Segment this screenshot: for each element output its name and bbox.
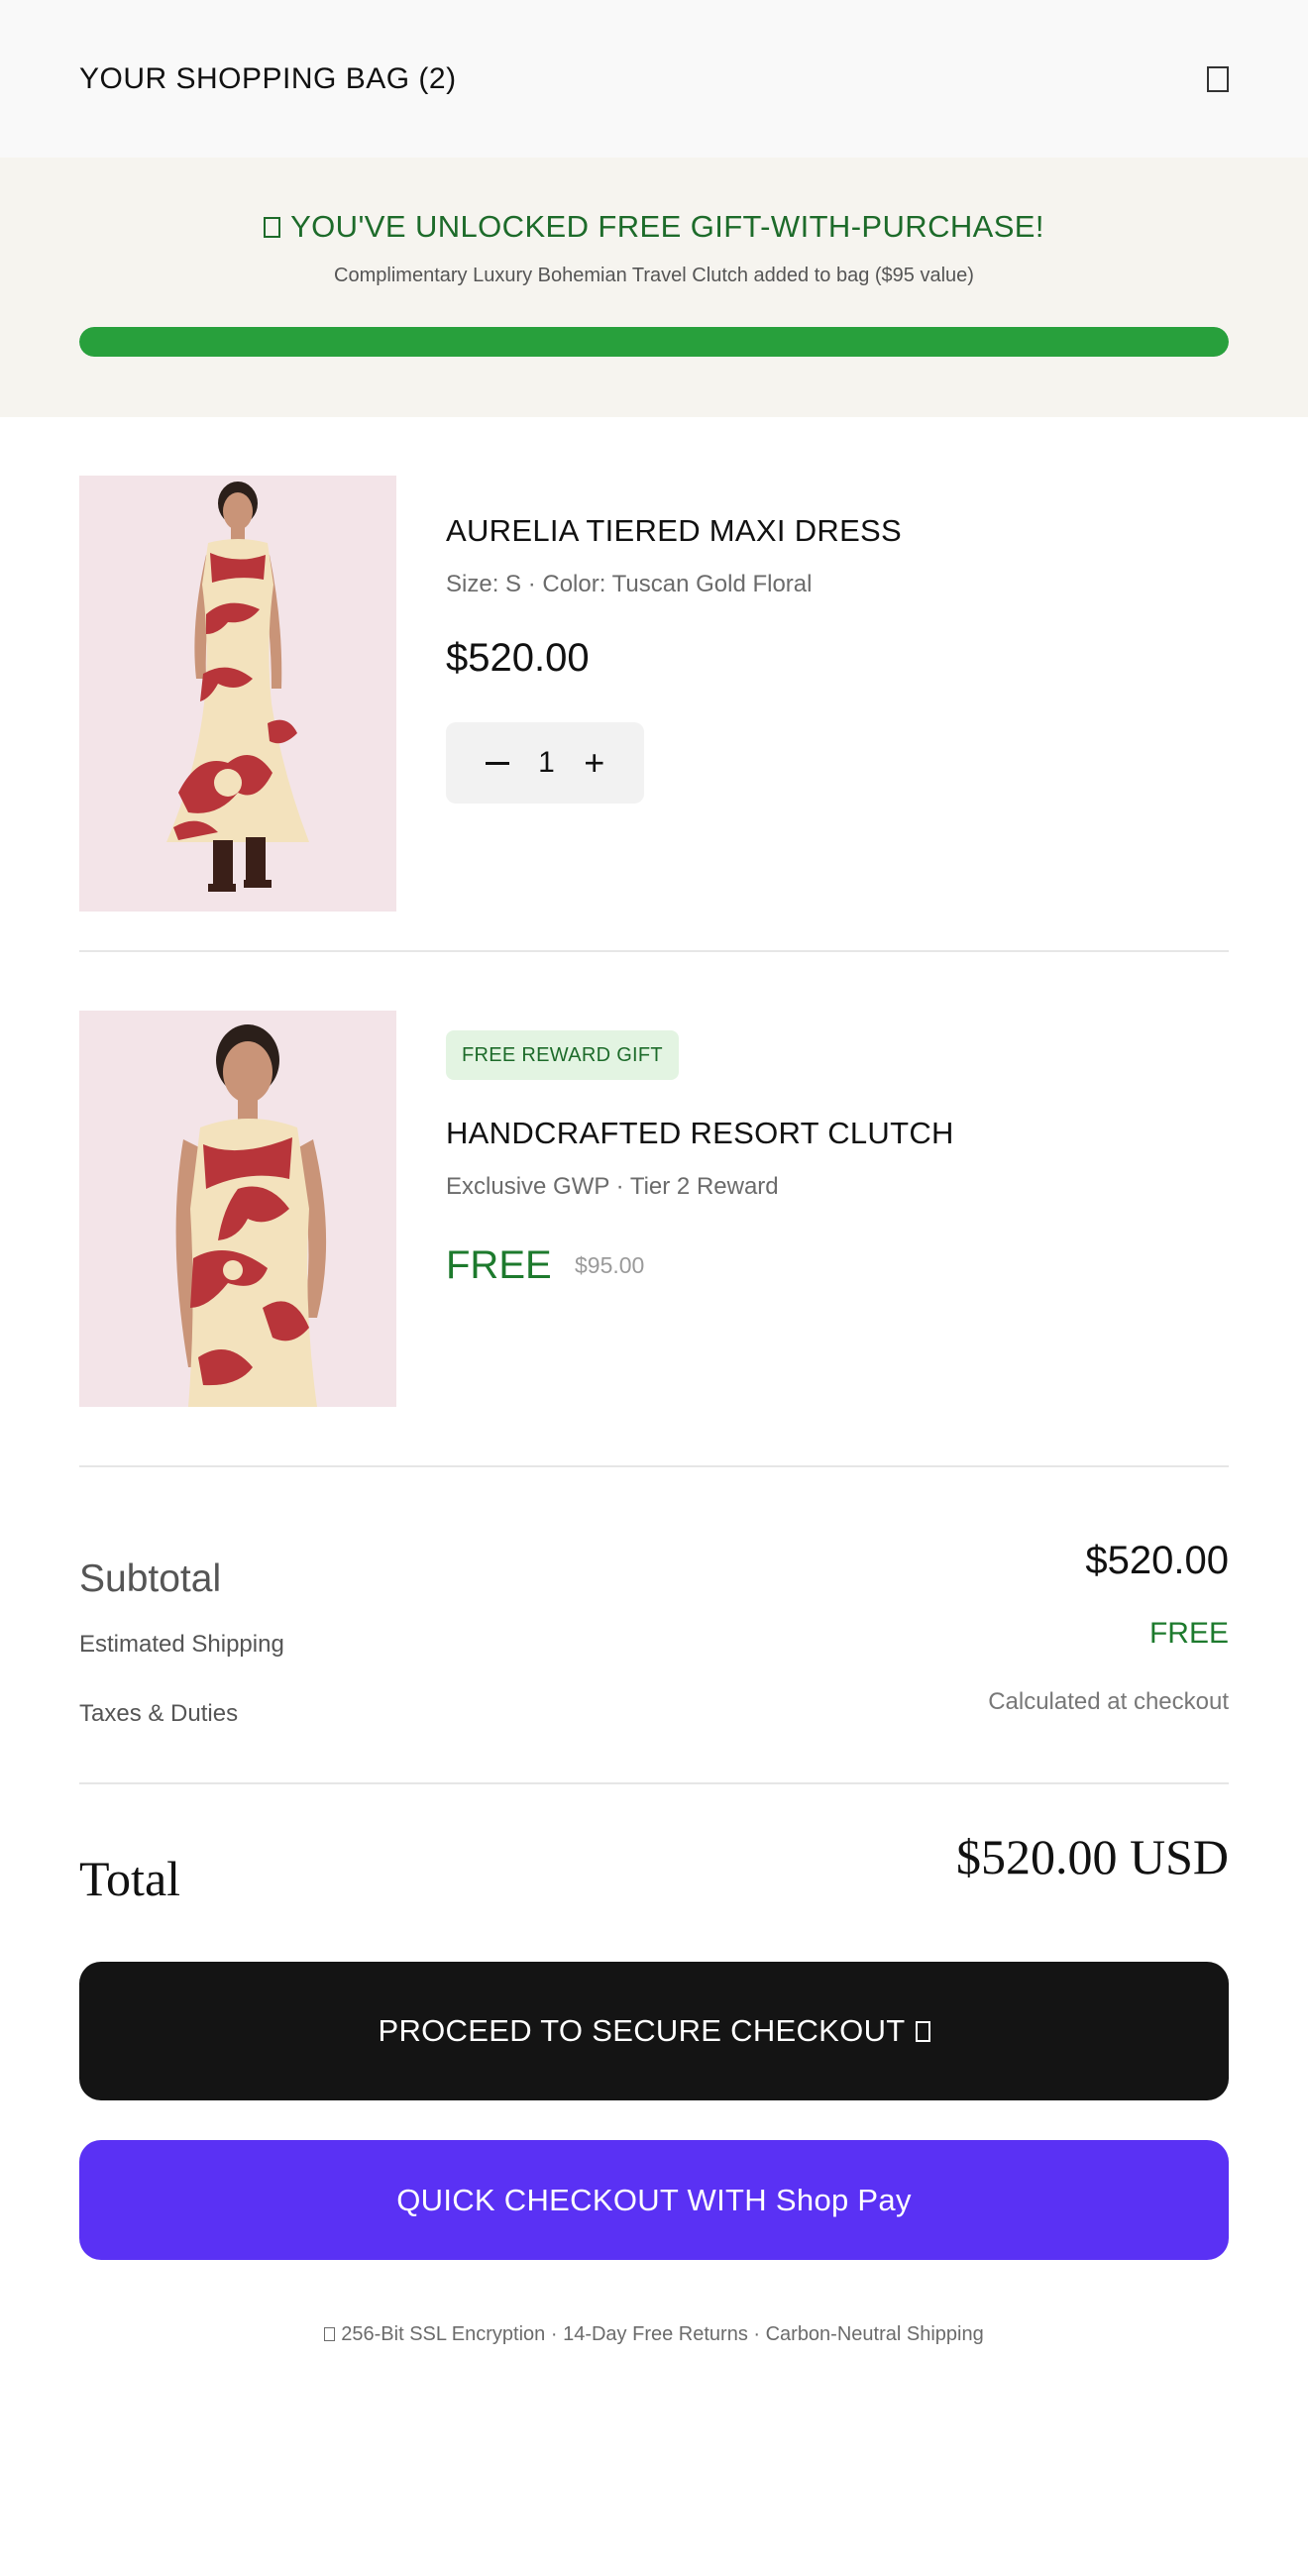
reward-badge: FREE REWARD GIFT — [446, 1030, 679, 1080]
model-floral-dress-closeup-image — [79, 1011, 396, 1407]
checkout-button-label: PROCEED TO SECURE CHECKOUT — [378, 2013, 906, 2048]
trust-text: 256-Bit SSL Encryption · 14-Day Free Ret… — [341, 2323, 984, 2345]
product-image-clutch[interactable] — [79, 1011, 396, 1407]
promo-subtitle: Complimentary Luxury Bohemian Travel Clu… — [334, 265, 974, 286]
trust-footer: 256-Bit SSL Encryption · 14-Day Free Ret… — [0, 2323, 1308, 2346]
shop-pay-brand: Shop Pay — [775, 2182, 912, 2217]
product-name[interactable]: HANDCRAFTED RESORT CLUTCH — [446, 1116, 954, 1151]
shipping-value: FREE — [1148, 1617, 1229, 1650]
product-name[interactable]: AURELIA TIERED MAXI DRESS — [446, 513, 902, 549]
shipping-label: Estimated Shipping — [79, 1631, 284, 1658]
promo-title: YOU'VE UNLOCKED FREE GIFT-WITH-PURCHASE! — [290, 209, 1044, 244]
bag-header: YOUR SHOPPING BAG (2) — [0, 0, 1308, 158]
taxes-value: Calculated at checkout — [988, 1688, 1229, 1715]
gift-progress-fill — [79, 327, 1229, 357]
total-value: $520.00 USD — [955, 1829, 1229, 1884]
gift-promo-banner: YOU'VE UNLOCKED FREE GIFT-WITH-PURCHASE!… — [0, 158, 1308, 417]
product-price: $520.00 — [446, 636, 590, 680]
bag-title: YOUR SHOPPING BAG (2) — [79, 61, 457, 95]
model-floral-maxi-dress-image — [79, 476, 396, 912]
subtotal-label: Subtotal — [79, 1557, 222, 1600]
product-image-dress[interactable] — [79, 476, 396, 912]
taxes-label: Taxes & Duties — [79, 1700, 239, 1727]
decrease-quantity-button[interactable] — [485, 761, 509, 765]
promo-title-row: YOU'VE UNLOCKED FREE GIFT-WITH-PURCHASE! — [0, 209, 1308, 245]
shield-icon — [324, 2327, 336, 2341]
lock-icon — [915, 2020, 930, 2042]
quantity-stepper: 1 + — [446, 722, 644, 804]
shop-pay-button[interactable]: QUICK CHECKOUT WITH Shop Pay — [79, 2140, 1229, 2260]
secure-checkout-button[interactable]: PROCEED TO SECURE CHECKOUT — [79, 1962, 1229, 2100]
total-label: Total — [79, 1851, 181, 1906]
shoppay-button-label: QUICK CHECKOUT WITH — [396, 2182, 767, 2217]
gift-progress-bar — [79, 327, 1229, 357]
item-divider — [79, 950, 1229, 952]
close-icon[interactable] — [1207, 65, 1229, 92]
quantity-value: 1 — [538, 746, 555, 779]
summary-divider — [79, 1465, 1229, 1467]
original-price: $95.00 — [575, 1252, 645, 1278]
product-variant: Size: S · Color: Tuscan Gold Floral — [446, 571, 813, 597]
increase-quantity-button[interactable]: + — [584, 745, 604, 781]
product-price-free: FREE — [446, 1243, 552, 1287]
cart-item: FREE REWARD GIFT HANDCRAFTED RESORT CLUT… — [79, 1011, 1229, 1407]
product-variant: Exclusive GWP · Tier 2 Reward — [446, 1173, 779, 1200]
gift-icon — [264, 217, 281, 238]
total-divider — [79, 1782, 1229, 1784]
subtotal-value: $520.00 — [1085, 1539, 1229, 1582]
cart-item: AURELIA TIERED MAXI DRESS Size: S · Colo… — [79, 476, 1229, 912]
